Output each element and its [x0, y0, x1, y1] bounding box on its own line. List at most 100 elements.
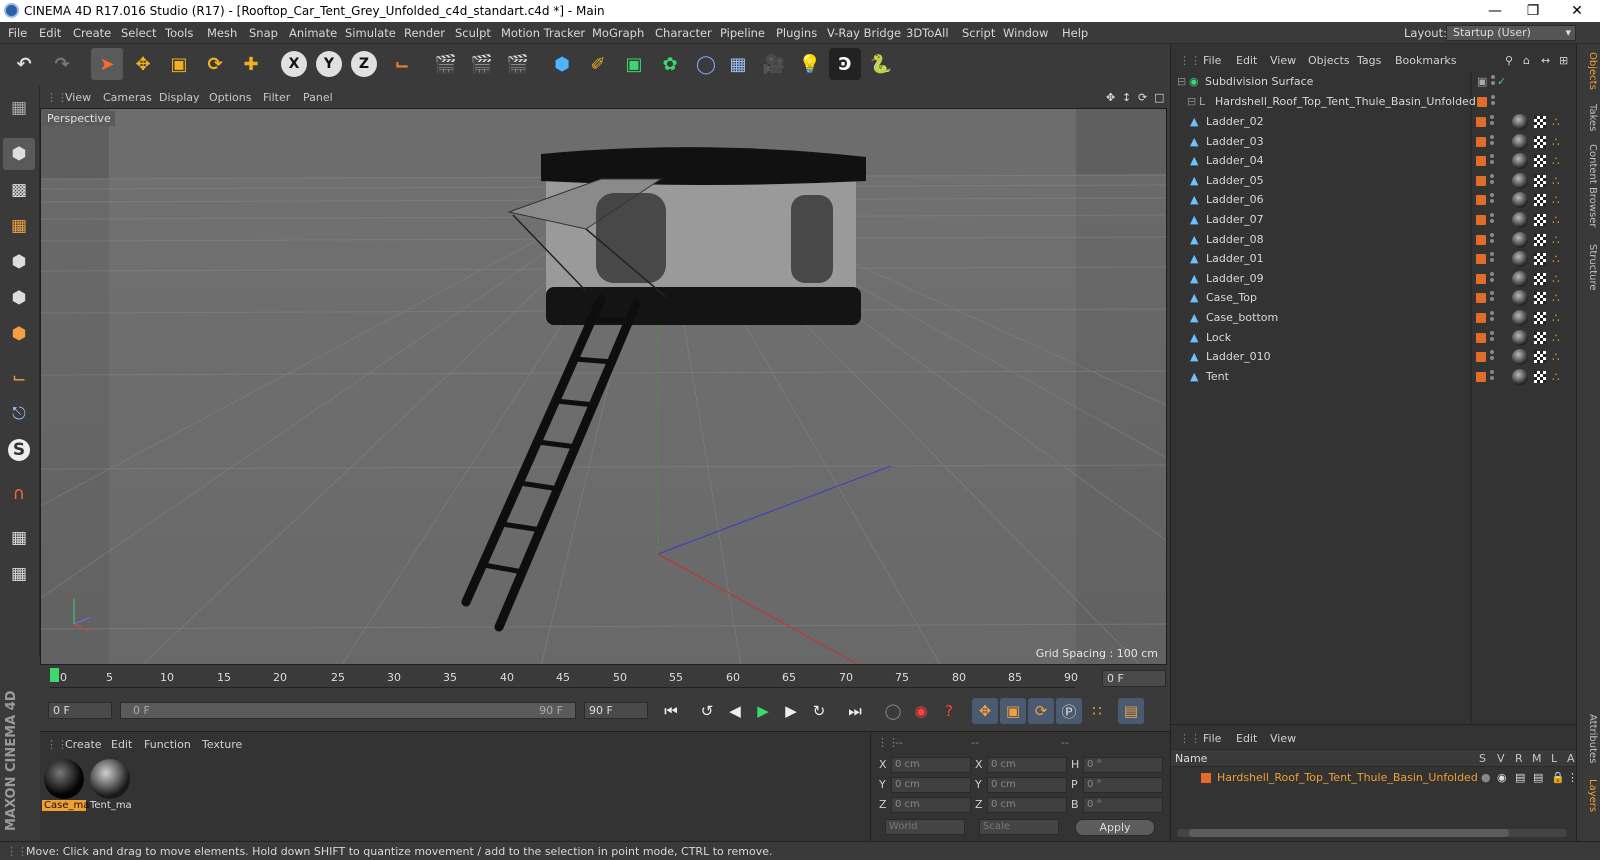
menu-motion-tracker[interactable]: Motion Tracker	[501, 26, 585, 40]
enable-axis-button[interactable]: ⌙	[3, 362, 35, 394]
tab-content-browser[interactable]: Content Browser	[1580, 144, 1598, 227]
layer-solo-toggle[interactable]: ●	[1481, 771, 1491, 784]
tab-attributes[interactable]: Attributes	[1580, 714, 1598, 763]
visibility-dots[interactable]	[1490, 350, 1494, 364]
layer-menu-edit[interactable]: Edit	[1236, 732, 1257, 745]
visibility-dots[interactable]	[1490, 193, 1494, 207]
menu-vray-bridge[interactable]: V-Ray Bridge	[827, 26, 901, 40]
tab-structure[interactable]: Structure	[1580, 244, 1598, 291]
tab-takes[interactable]: Takes	[1580, 104, 1598, 131]
menu-tools[interactable]: Tools	[165, 26, 193, 40]
tree-row-subdivision[interactable]: ⊟ ◉ Subdivision Surface ▣ ✓	[1171, 72, 1577, 92]
phong-tag-icon[interactable]: ∴	[1552, 155, 1564, 167]
phong-tag-icon[interactable]: ∴	[1552, 136, 1564, 148]
previous-key-button[interactable]: ↺	[694, 698, 720, 724]
texture-tag-icon[interactable]	[1534, 214, 1546, 226]
size-x-field[interactable]: 0 cm	[987, 757, 1067, 773]
layer-color-swatch[interactable]	[1476, 175, 1486, 186]
viewport-move-icon[interactable]: ✥	[1106, 91, 1115, 104]
layer-color-swatch[interactable]	[1476, 352, 1486, 363]
current-frame-field[interactable]: 0 F	[1102, 670, 1166, 687]
tree-row-object[interactable]: ▲ Ladder_02 ∴	[1170, 112, 1576, 132]
visibility-dots[interactable]	[1490, 311, 1494, 325]
previous-frame-button[interactable]: ◀	[722, 698, 748, 724]
visibility-dots[interactable]	[1490, 154, 1494, 168]
collapse-toggle[interactable]: ⊟	[1187, 95, 1196, 108]
material-tag-icon[interactable]	[1512, 251, 1528, 268]
search-icon[interactable]: ⚲	[1505, 54, 1513, 67]
layer-color-swatch[interactable]	[1476, 313, 1486, 323]
timeline-button[interactable]: ▤	[1118, 698, 1144, 724]
object-menu-tags[interactable]: Tags	[1357, 54, 1381, 67]
workplane-align-button[interactable]: ▦	[3, 558, 35, 590]
tree-row-object[interactable]: ▲ Lock ∴	[1170, 328, 1576, 348]
layer-color-swatch[interactable]	[1476, 293, 1486, 304]
tweak-mode-button[interactable]: ⎋	[3, 398, 35, 430]
size-z-field[interactable]: 0 cm	[987, 797, 1067, 813]
tree-row-object[interactable]: ▲ Case_bottom ∴	[1170, 308, 1576, 328]
menu-pipeline[interactable]: Pipeline	[720, 26, 765, 40]
tree-row-object[interactable]: ▲ Ladder_01 ∴	[1170, 249, 1576, 269]
tab-layers[interactable]: Layers	[1580, 779, 1598, 812]
floor-button[interactable]: ▦	[722, 48, 754, 80]
texture-tag-icon[interactable]	[1534, 292, 1546, 305]
tree-row-object[interactable]: ▲ Ladder_05 ∴	[1170, 171, 1576, 191]
x-axis-button[interactable]: X	[281, 51, 307, 77]
material-tag-icon[interactable]	[1512, 133, 1528, 150]
material-tag-icon[interactable]	[1512, 192, 1528, 209]
material-tag-icon[interactable]	[1512, 290, 1528, 307]
material-tag-icon[interactable]	[1512, 114, 1528, 130]
viewport-rotate-icon[interactable]: ⟳	[1138, 91, 1147, 104]
layer-menu-file[interactable]: File	[1203, 732, 1221, 745]
next-frame-button[interactable]: ▶	[778, 698, 804, 724]
coordinate-mode-select[interactable]: Scale	[979, 819, 1059, 835]
3d-viewport[interactable]: Perspective Grid Spacing : 100 cm	[40, 108, 1167, 665]
viewport-menu-filter[interactable]: Filter	[263, 91, 290, 104]
material-tag-icon[interactable]	[1512, 153, 1528, 170]
tree-row-object[interactable]: ▲ Tent ∴	[1170, 367, 1576, 387]
phong-tag-icon[interactable]: ∴	[1552, 332, 1564, 344]
add-spline-button[interactable]: ✐	[582, 48, 614, 80]
material-tag-icon[interactable]	[1512, 231, 1528, 248]
viewport-menu-cameras[interactable]: Cameras	[103, 91, 152, 104]
coordinate-system-button[interactable]: ⌙	[386, 48, 418, 80]
min-time-field[interactable]: 0 F	[48, 702, 112, 719]
tree-row-object[interactable]: ▲ Ladder_04 ∴	[1170, 151, 1576, 171]
render-clapper-icon[interactable]: ▤	[1515, 771, 1525, 784]
menu-simulate[interactable]: Simulate	[345, 26, 396, 40]
home-icon[interactable]: ⌂	[1523, 54, 1530, 67]
layer-menu-view[interactable]: View	[1270, 732, 1296, 745]
visibility-dots[interactable]	[1490, 291, 1494, 305]
record-parameter-button[interactable]: Ⓟ	[1056, 698, 1082, 724]
redo-button[interactable]: ↷	[46, 48, 78, 80]
viewport-camera-label[interactable]: Perspective	[43, 111, 115, 126]
texture-tag-icon[interactable]	[1534, 351, 1546, 364]
menu-script[interactable]: Script	[962, 26, 995, 40]
texture-tag-icon[interactable]	[1534, 135, 1546, 148]
layer-color-swatch[interactable]	[1476, 156, 1486, 167]
viewport-maximize-icon[interactable]: □	[1154, 91, 1164, 104]
solo-button[interactable]: S	[3, 434, 35, 466]
menu-snap[interactable]: Snap	[249, 26, 278, 40]
go-to-start-button[interactable]: ⏮	[658, 698, 684, 724]
menu-file[interactable]: File	[8, 26, 27, 40]
record-pla-button[interactable]: ∷	[1084, 698, 1110, 724]
move-tool-button[interactable]: ✥	[127, 48, 159, 80]
time-range-slider[interactable]: 0 F 90 F	[120, 702, 576, 719]
material-tag-icon[interactable]	[1512, 329, 1528, 346]
camera-button[interactable]: 🎥	[758, 48, 790, 80]
object-menu-bookmarks[interactable]: Bookmarks	[1395, 54, 1456, 67]
tree-row-object[interactable]: ▲ Ladder_08 ∴	[1170, 230, 1576, 250]
texture-tag-icon[interactable]	[1534, 253, 1546, 266]
points-mode-button[interactable]: ⬢	[3, 246, 35, 278]
snap-button[interactable]: ∩	[3, 478, 35, 510]
subdivision-surface-button[interactable]: ▣	[618, 48, 650, 80]
manager-icon[interactable]: ▤	[1533, 771, 1543, 784]
live-selection-button[interactable]: ➤	[91, 48, 123, 80]
layer-col-manager[interactable]: M	[1532, 752, 1542, 765]
layer-col-solo[interactable]: S	[1479, 752, 1486, 765]
texture-tag-icon[interactable]	[1534, 370, 1546, 383]
polygons-mode-button[interactable]: ⬢	[3, 318, 35, 350]
phong-tag-icon[interactable]: ∴	[1552, 273, 1564, 285]
lock-icon[interactable]: 🔒	[1551, 771, 1565, 784]
